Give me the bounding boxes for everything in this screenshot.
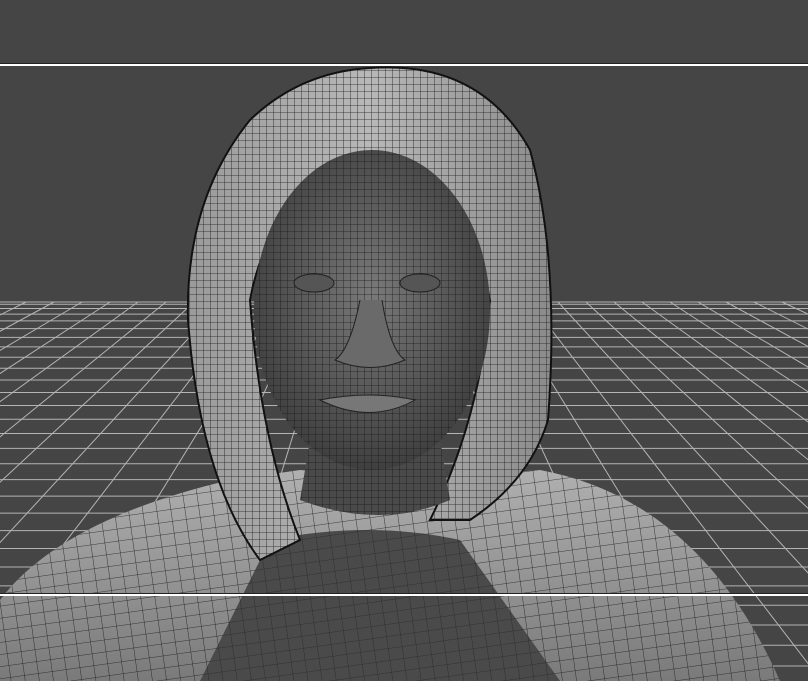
viewport-scene[interactable]	[0, 0, 808, 681]
3d-viewport[interactable]	[0, 0, 808, 681]
frame-guide-bottom	[0, 593, 808, 596]
frame-guide-top	[0, 63, 808, 66]
grid-line	[753, 301, 808, 330]
